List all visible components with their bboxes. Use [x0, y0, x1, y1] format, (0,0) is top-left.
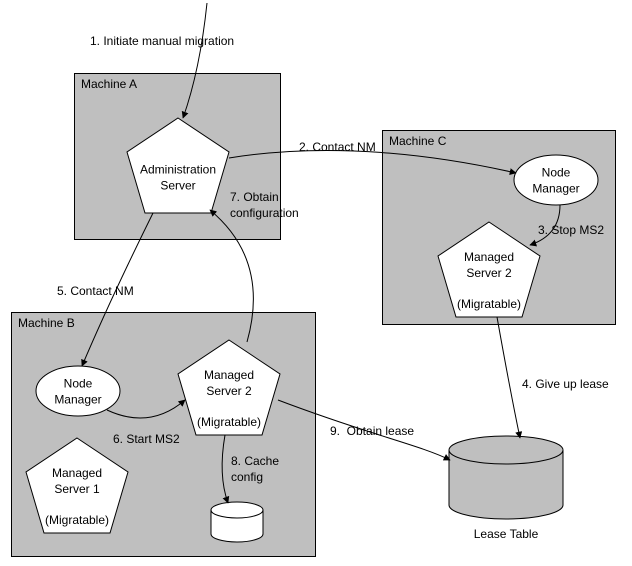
arrow-step-6: [107, 400, 185, 418]
lease-table-label: Lease Table: [474, 527, 539, 543]
arrow-step-8: [222, 435, 228, 503]
arrow-step-7: [210, 210, 253, 342]
step-7-label: 7. Obtain configuration: [230, 189, 299, 221]
managed-server-2-b-label: Managed Server 2 (Migratable): [197, 368, 261, 430]
step-8-label: 8. Cache config: [231, 453, 279, 485]
step-5-label: 5. Contact NM: [57, 283, 134, 299]
diagram-canvas: Machine A Machine B Machine C: [0, 0, 632, 566]
arrow-step-1: [183, 3, 207, 118]
lease-table-shape: [449, 436, 563, 519]
cache-cylinder-shape: [211, 502, 263, 542]
node-manager-b-label: Node Manager: [54, 376, 101, 407]
managed-server-2-c-label: Managed Server 2 (Migratable): [457, 250, 521, 312]
arrow-step-4: [497, 317, 520, 438]
step-2-label: 2. Contact NM: [299, 139, 376, 155]
admin-server-label: Administration Server: [140, 162, 216, 193]
managed-server-1-b-label: Managed Server 1 (Migratable): [45, 466, 109, 528]
step-9-label: 9. Obtain lease: [330, 423, 414, 439]
step-3-label: 3. Stop MS2: [538, 222, 604, 238]
step-6-label: 6. Start MS2: [113, 431, 180, 447]
node-manager-c-label: Node Manager: [532, 165, 579, 196]
step-1-label: 1. Initiate manual migration: [90, 33, 234, 49]
step-4-label: 4. Give up lease: [522, 376, 609, 392]
